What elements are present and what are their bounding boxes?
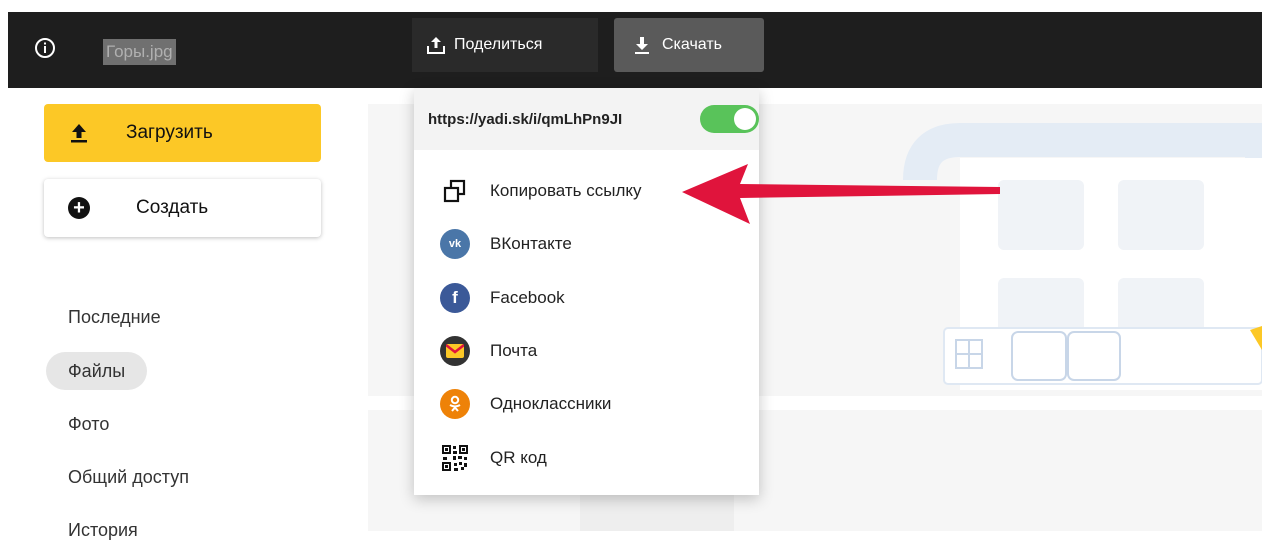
share-button[interactable]: Поделиться [412,18,598,72]
upload-icon [71,124,87,143]
public-link-toggle[interactable] [699,105,759,133]
sidebar-item-shared[interactable]: Общий доступ [46,458,211,496]
share-facebook-item[interactable]: f Facebook [414,275,759,321]
download-icon [635,37,649,54]
qr-code-item[interactable]: QR код [414,435,759,481]
info-icon[interactable] [34,37,56,59]
file-name: Горы.jpg [103,39,176,65]
sidebar-item-files[interactable]: Файлы [46,352,148,390]
vk-label: ВКонтакте [490,234,572,253]
toggle-knob [734,108,756,130]
facebook-icon: f [440,283,470,313]
download-label: Скачать [662,36,722,53]
copy-link-label: Копировать ссылку [490,181,642,200]
vk-icon: vk [440,229,470,259]
mail-label: Почта [490,341,538,360]
share-mail-item[interactable]: Почта [414,328,759,374]
mail-icon [440,336,470,366]
download-button[interactable]: Скачать [614,18,764,72]
share-link-row: https://yadi.sk/i/qmLhPn9JI [414,88,759,150]
annotation-arrow [682,164,1000,224]
plus-circle-icon: + [68,197,90,219]
share-link-text[interactable]: https://yadi.sk/i/qmLhPn9JI [428,111,686,128]
share-label: Поделиться [454,36,543,53]
odnoklassniki-icon [440,389,470,419]
copy-link-icon [440,176,470,206]
create-button[interactable]: + Создать [44,179,321,237]
sidebar-item-photo[interactable]: Фото [46,405,131,443]
share-odnoklassniki-item[interactable]: Одноклассники [414,381,759,427]
create-label: Создать [136,197,209,218]
share-dropdown: https://yadi.sk/i/qmLhPn9JI Копировать с… [414,88,759,495]
upload-label: Загрузить [126,122,213,143]
sidebar-item-recent[interactable]: Последние [46,298,183,336]
qr-code-icon [440,443,470,473]
qr-code-label: QR код [490,448,547,467]
share-icon [427,37,445,54]
facebook-label: Facebook [490,288,565,307]
odnoklassniki-label: Одноклассники [490,394,612,413]
sidebar-item-history[interactable]: История [46,511,160,549]
upload-button[interactable]: Загрузить [44,104,321,162]
